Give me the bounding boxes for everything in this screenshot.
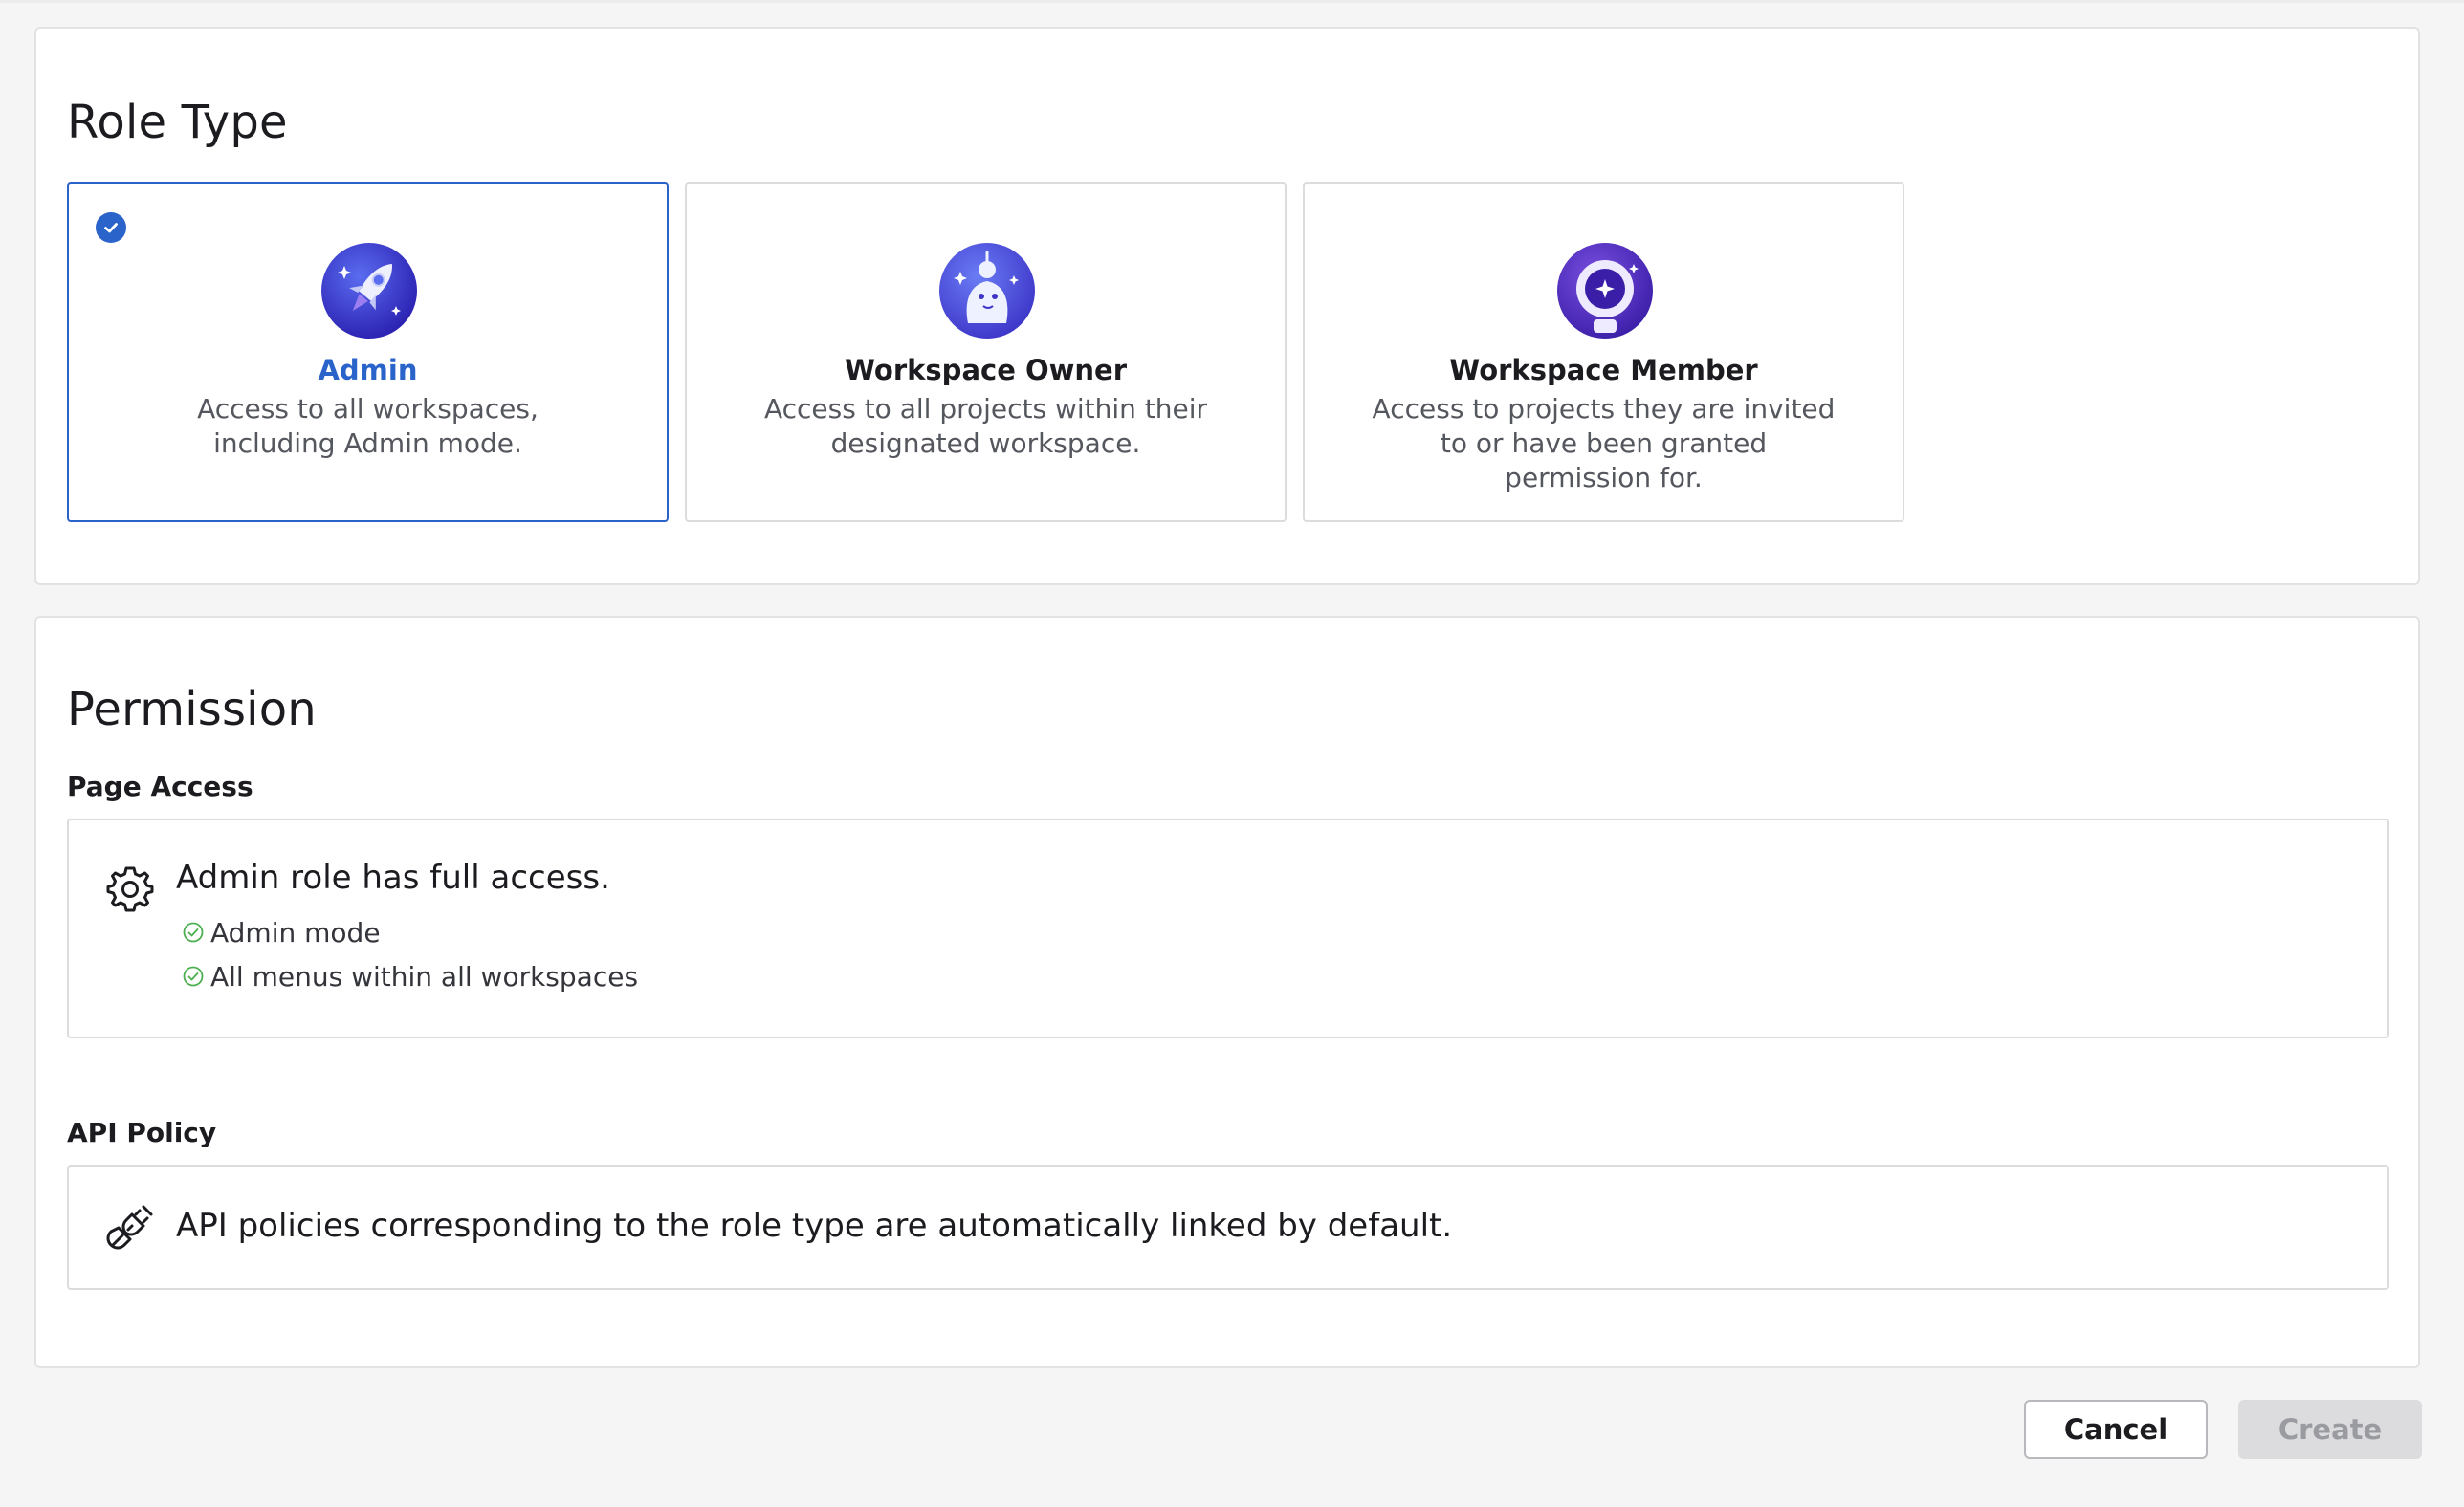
api-policy-box: API policies corresponding to the role t… xyxy=(67,1165,2389,1290)
page-access-summary: Admin role has full access. xyxy=(176,859,610,897)
page-access-label: Page Access xyxy=(67,771,253,802)
selected-check-icon xyxy=(96,212,126,243)
access-item-label: Admin mode xyxy=(210,916,381,949)
cancel-button[interactable]: Cancel xyxy=(2024,1400,2208,1459)
access-item-label: All menus within all workspaces xyxy=(210,960,639,993)
check-circle-icon xyxy=(183,966,204,987)
role-card-workspace-member[interactable]: Workspace Member Access to projects they… xyxy=(1303,182,1904,522)
role-card-workspace-owner[interactable]: Workspace Owner Access to all projects w… xyxy=(685,182,1287,522)
api-policy-summary: API policies corresponding to the role t… xyxy=(176,1207,1453,1245)
api-policy-label: API Policy xyxy=(67,1117,217,1148)
top-border xyxy=(0,0,2464,3)
access-item: Admin mode xyxy=(182,915,381,950)
access-item: All menus within all workspaces xyxy=(182,959,638,994)
owner-mascot-icon xyxy=(939,243,1035,339)
role-desc-workspace-owner: Access to all projects within their desi… xyxy=(763,393,1208,459)
role-card-admin[interactable]: Admin Access to all workspaces, includin… xyxy=(67,182,669,522)
role-type-title: Role Type xyxy=(67,96,288,149)
permission-title: Permission xyxy=(67,683,317,736)
role-name-workspace-owner: Workspace Owner xyxy=(844,354,1128,386)
create-button[interactable]: Create xyxy=(2238,1400,2422,1459)
role-name-admin: Admin xyxy=(318,354,418,386)
check-circle-icon xyxy=(183,922,204,943)
role-desc-workspace-member: Access to projects they are invited to o… xyxy=(1372,393,1836,493)
plug-link-icon xyxy=(103,1201,157,1255)
permission-panel: Permission Page Access Admin role has fu… xyxy=(34,616,2420,1368)
page-access-box: Admin role has full access. Admin mode A… xyxy=(67,819,2389,1038)
rocket-icon xyxy=(321,243,417,339)
role-type-panel: Role Type Admin Access to all workspaces… xyxy=(34,27,2420,585)
astronaut-icon xyxy=(1557,243,1653,339)
role-desc-admin: Access to all workspaces, including Admi… xyxy=(197,393,539,459)
role-name-workspace-member: Workspace Member xyxy=(1449,354,1758,386)
gear-icon xyxy=(103,863,157,916)
